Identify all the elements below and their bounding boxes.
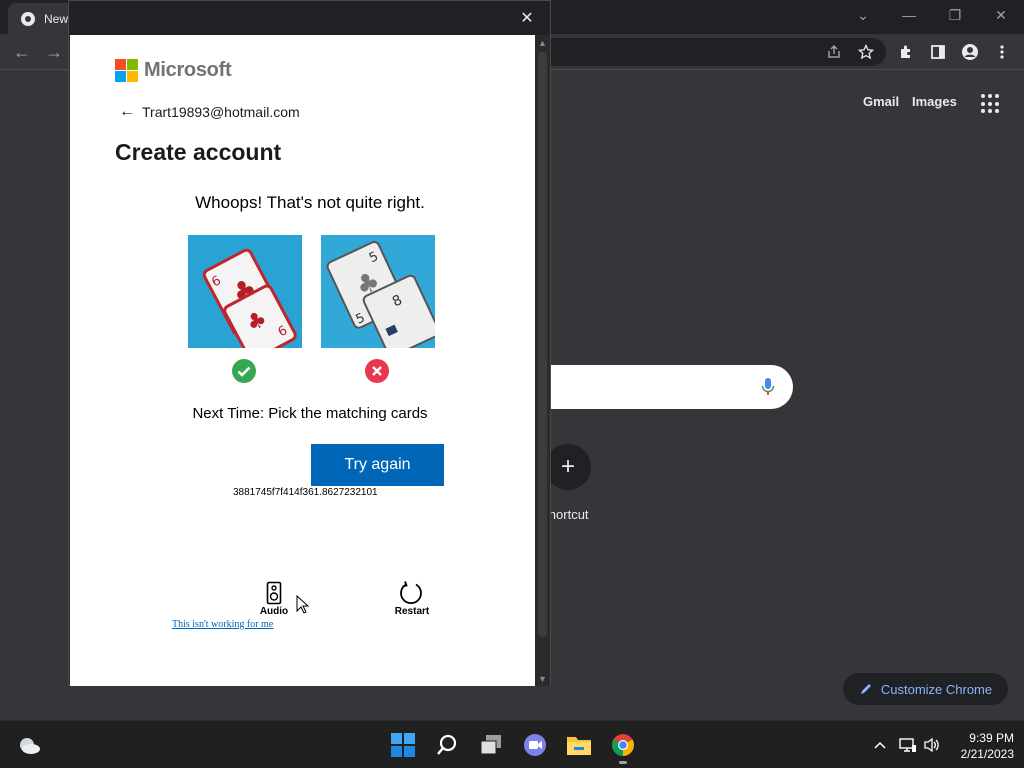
share-icon[interactable] (822, 40, 846, 64)
tray-overflow-chevron-icon[interactable] (870, 735, 890, 755)
clock-time: 9:39 PM (969, 731, 1014, 745)
tab-search-icon[interactable]: ⌄ (840, 0, 886, 30)
correct-check-icon (232, 359, 256, 383)
identity-banner[interactable]: ← Trart19893@hotmail.com (118, 103, 300, 121)
audio-label: Audio (259, 606, 289, 617)
scroll-up-icon[interactable]: ▲ (535, 35, 550, 50)
teams-chat-icon[interactable] (521, 731, 549, 759)
google-apps-icon[interactable] (981, 94, 1001, 114)
captcha-image-cards-left[interactable]: ♣ 6 ♣ 6 (188, 235, 302, 348)
popup-titlebar: ✕ (69, 1, 550, 35)
speaker-icon (266, 581, 282, 605)
mic-icon[interactable] (761, 377, 775, 397)
side-panel-icon[interactable] (926, 40, 950, 64)
scroll-thumb[interactable] (538, 52, 547, 637)
restore-icon[interactable]: ❐ (932, 0, 978, 30)
try-again-button[interactable]: Try again (311, 444, 444, 486)
restart-control[interactable]: Restart (392, 581, 432, 617)
chrome-favicon-icon (21, 11, 35, 26)
search-icon[interactable] (433, 731, 461, 759)
popup-scrollbar[interactable]: ▲ ▼ (535, 35, 550, 686)
mouse-cursor-icon (296, 595, 310, 614)
page-title: Create account (115, 139, 282, 165)
back-arrow-icon[interactable]: ← (118, 103, 136, 121)
popup-close-icon[interactable]: ✕ (516, 7, 538, 29)
captcha-image-cards-right[interactable]: ♣ 5 5 8 (321, 235, 435, 348)
window-controls: ⌄ — ❐ ✕ (840, 0, 1024, 30)
audio-button[interactable]: Audio (254, 581, 294, 617)
customize-chrome-button[interactable]: Customize Chrome (843, 673, 1008, 705)
chrome-menu-icon[interactable] (990, 40, 1014, 64)
system-clock[interactable]: 9:39 PM 2/21/2023 (950, 730, 1014, 762)
email-address: Trart19893@hotmail.com (142, 104, 300, 120)
file-explorer-icon[interactable] (565, 731, 593, 759)
task-view-icon[interactable] (477, 731, 505, 759)
captcha-panel: Whoops! That's not quite right. ♣ 6 ♣ 6 (165, 173, 465, 633)
back-icon[interactable]: ← (8, 38, 36, 66)
forward-icon[interactable]: → (40, 38, 68, 66)
scroll-down-icon[interactable]: ▼ (535, 671, 550, 686)
captcha-heading: Whoops! That's not quite right. (195, 193, 425, 212)
pencil-icon (860, 684, 871, 694)
microsoft-logo: Microsoft (115, 59, 232, 82)
signup-page: Microsoft ← Trart19893@hotmail.com Creat… (70, 35, 535, 686)
customize-chrome-label: Customize Chrome (880, 681, 993, 697)
add-shortcut-button[interactable]: + (545, 444, 591, 490)
profile-icon[interactable] (958, 40, 982, 64)
not-working-link[interactable]: This isn't working for me (172, 619, 273, 630)
microsoft-wordmark: Microsoft (144, 59, 232, 81)
close-window-icon[interactable]: ✕ (978, 0, 1024, 30)
tab-title: New (44, 11, 69, 26)
weather-widget-icon[interactable] (15, 731, 43, 759)
restart-icon (400, 581, 422, 605)
signup-popup-window: ✕ Microsoft ← Trart19893@hotmail.com Cre… (68, 0, 551, 686)
captcha-instruction: Next Time: Pick the matching cards (192, 405, 428, 422)
images-link[interactable]: Images (912, 94, 957, 109)
chrome-running-indicator (619, 761, 627, 764)
session-id: 3881745f7f414f361.8627232101 (233, 487, 378, 498)
bookmark-star-icon[interactable] (854, 40, 878, 64)
windows-taskbar: 9:39 PM 2/21/2023 (0, 720, 1024, 768)
minimize-icon[interactable]: — (886, 0, 932, 30)
incorrect-cross-icon (365, 359, 389, 383)
network-icon[interactable] (898, 735, 918, 755)
start-icon[interactable] (389, 731, 417, 759)
microsoft-squares-icon (115, 59, 138, 82)
restart-label: Restart (394, 606, 430, 617)
volume-icon[interactable] (922, 735, 942, 755)
chrome-taskbar-icon[interactable] (609, 731, 637, 759)
extensions-icon[interactable] (894, 40, 918, 64)
gmail-link[interactable]: Gmail (863, 94, 899, 109)
clock-date: 2/21/2023 (960, 747, 1014, 761)
